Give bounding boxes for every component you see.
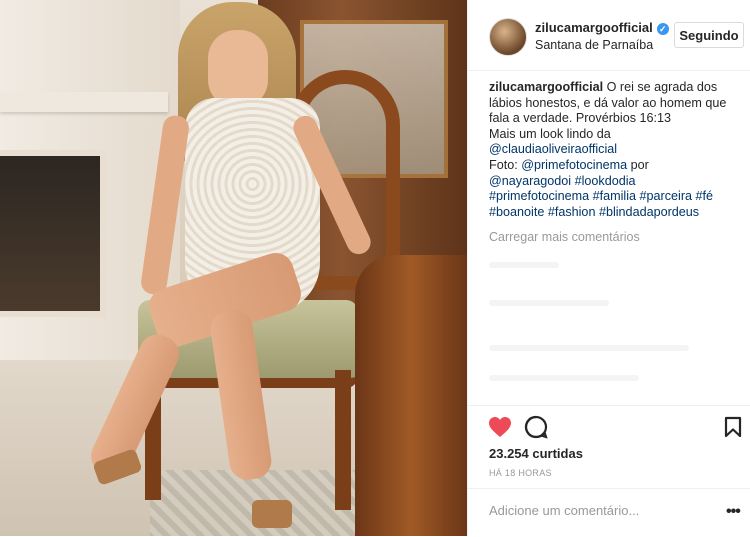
post-header: zilucamargoofficial ✓ Santana de Parnaíba… [468, 0, 750, 71]
blurred-comment [489, 345, 689, 351]
verified-badge-icon: ✓ [656, 22, 669, 35]
caption: zilucamargoofficial O rei se agrada dos … [489, 80, 739, 220]
caption-hashtag[interactable]: #lookdodia [575, 174, 636, 188]
following-button[interactable]: Seguindo [674, 22, 744, 48]
comment-input[interactable]: Adicione um comentário... [489, 503, 639, 518]
blurred-comment [489, 375, 639, 381]
caption-text: Mais um look lindo da [489, 126, 611, 141]
photo-chair-leg [335, 370, 351, 510]
post-timestamp[interactable]: HÁ 18 HORAS [489, 468, 552, 478]
post-side-panel: zilucamargoofficial ✓ Santana de Parnaíba… [467, 0, 750, 536]
blurred-comment [489, 300, 609, 306]
blurred-comment [489, 262, 559, 268]
photo-person-shoe [252, 500, 292, 528]
post-actions: 23.254 curtidas HÁ 18 HORAS Adicione um … [468, 405, 750, 536]
post-photo[interactable] [0, 0, 467, 536]
bookmark-icon[interactable] [720, 414, 746, 440]
post-username[interactable]: zilucamargoofficial ✓ [535, 20, 669, 35]
caption-hashtag[interactable]: #boanoite [489, 205, 544, 219]
likes-count[interactable]: 23.254 curtidas [489, 446, 583, 461]
caption-text: por [630, 157, 649, 172]
caption-text: Foto: [489, 157, 518, 172]
caption-hashtag[interactable]: #fé [696, 189, 714, 203]
add-comment-bar: Adicione um comentário... ••• [468, 488, 750, 537]
comment-icon[interactable] [523, 414, 549, 440]
caption-hashtag[interactable]: #primefotocinema [489, 189, 589, 203]
caption-hashtag[interactable]: #fashion [548, 205, 596, 219]
photo-person-face [208, 30, 268, 108]
caption-username[interactable]: zilucamargoofficial [489, 80, 603, 94]
photo-mantel [0, 92, 168, 112]
post-location[interactable]: Santana de Parnaíba [535, 38, 653, 52]
caption-mention[interactable]: @claudiaoliveiraofficial [489, 142, 617, 156]
post-username-text[interactable]: zilucamargoofficial [535, 20, 653, 35]
caption-mention[interactable]: @nayaragodoi [489, 174, 571, 188]
caption-hashtag[interactable]: #parceira [640, 189, 693, 203]
caption-hashtag[interactable]: #blindadapordeus [599, 205, 699, 219]
more-options-icon[interactable]: ••• [726, 503, 741, 521]
heart-icon[interactable] [487, 414, 513, 440]
photo-fireplace [0, 150, 106, 317]
caption-hashtag[interactable]: #familia [593, 189, 636, 203]
photo-foreground-chair [355, 255, 467, 536]
avatar[interactable] [489, 18, 527, 56]
load-more-comments-link[interactable]: Carregar mais comentários [489, 230, 640, 244]
caption-mention[interactable]: @primefotocinema [521, 158, 627, 172]
